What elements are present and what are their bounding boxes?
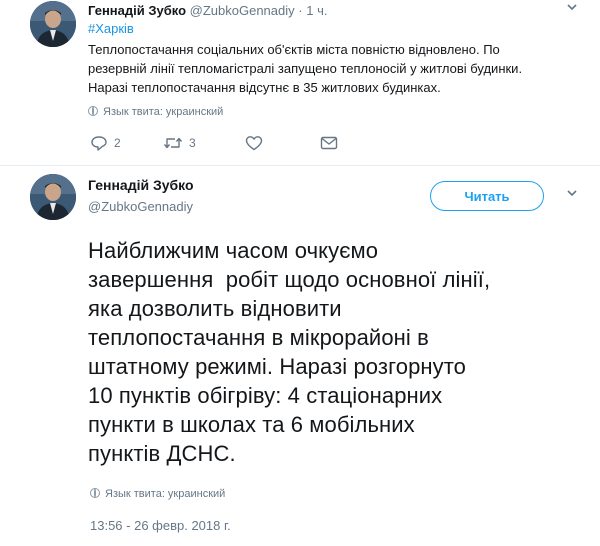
tweet-1: Геннадій Зубко @ZubkoGennadiy · 1 ч. #Ха… xyxy=(0,0,600,166)
like-button[interactable] xyxy=(245,135,263,151)
tweet-language: Язык твита: украинский xyxy=(88,106,223,118)
tweet-actions: 2 3 xyxy=(90,135,350,155)
reply-icon xyxy=(90,135,108,151)
tweet-text-line: 10 пунктів обігріву: 4 стаціонарних xyxy=(88,383,443,408)
author-handle[interactable]: @ZubkoGennadiy xyxy=(88,199,193,214)
tweet-text-line: штатному режимі. Наразі розгорнуто xyxy=(88,354,467,379)
follow-button[interactable]: Читать xyxy=(430,181,544,211)
reply-button[interactable]: 2 xyxy=(90,135,121,151)
globe-icon xyxy=(88,106,98,116)
tweet-text-line: яка дозволить відновити xyxy=(88,296,342,321)
chevron-down-icon[interactable] xyxy=(566,186,578,202)
tweet-text: Теплопостачання соціальних об'єктів міст… xyxy=(88,40,588,97)
tweet-text-line: Теплопостачання соціальних об'єктів міст… xyxy=(88,42,500,57)
language-label: Язык твита: украинский xyxy=(105,488,226,500)
like-icon xyxy=(245,135,263,151)
hashtag-link[interactable]: #Харків xyxy=(88,21,134,36)
separator: · xyxy=(298,3,303,18)
author-name[interactable]: Геннадій Зубко xyxy=(88,3,186,18)
tweet-text-line: Найближчим часом очкуємо xyxy=(88,238,379,263)
tweet-text-line: резервній лінії тепломагістралі запущено… xyxy=(88,61,523,76)
retweet-count: 3 xyxy=(189,136,196,150)
globe-icon xyxy=(90,488,100,498)
author-handle[interactable]: @ZubkoGennadiy xyxy=(190,3,295,18)
tweet-text: Найближчим часом очкуємо завершення робі… xyxy=(88,236,588,468)
direct-message-icon xyxy=(320,135,338,151)
tweet-header: Геннадій Зубко @ZubkoGennadiy · 1 ч. xyxy=(88,3,327,18)
tweet-text-line: пункти в школах та 6 мобільних xyxy=(88,412,415,437)
retweet-icon xyxy=(163,135,183,151)
tweet-text-line: теплопостачання в мікрорайоні в xyxy=(88,325,429,350)
direct-message-button[interactable] xyxy=(320,135,338,151)
language-label: Язык твита: украинский xyxy=(103,106,224,118)
tweet-text-line: пунктів ДСНС. xyxy=(88,441,236,466)
reply-count: 2 xyxy=(114,136,121,150)
tweet-time[interactable]: 1 ч. xyxy=(306,3,327,18)
retweet-button[interactable]: 3 xyxy=(163,135,196,151)
author-name[interactable]: Геннадій Зубко xyxy=(88,177,194,193)
tweet-language: Язык твита: украинский xyxy=(90,488,225,500)
tweet-2: Геннадій Зубко @ZubkoGennadiy Читать Най… xyxy=(0,166,600,546)
tweet-timestamp[interactable]: 13:56 - 26 февр. 2018 г. xyxy=(90,518,231,533)
tweet-text-line: Наразі теплопостачання відсутнє в 35 жит… xyxy=(88,80,441,95)
avatar[interactable] xyxy=(30,1,76,47)
avatar[interactable] xyxy=(30,174,76,220)
tweet-text-line: завершення робіт щодо основної лінії, xyxy=(88,267,491,292)
chevron-down-icon[interactable] xyxy=(566,0,578,16)
